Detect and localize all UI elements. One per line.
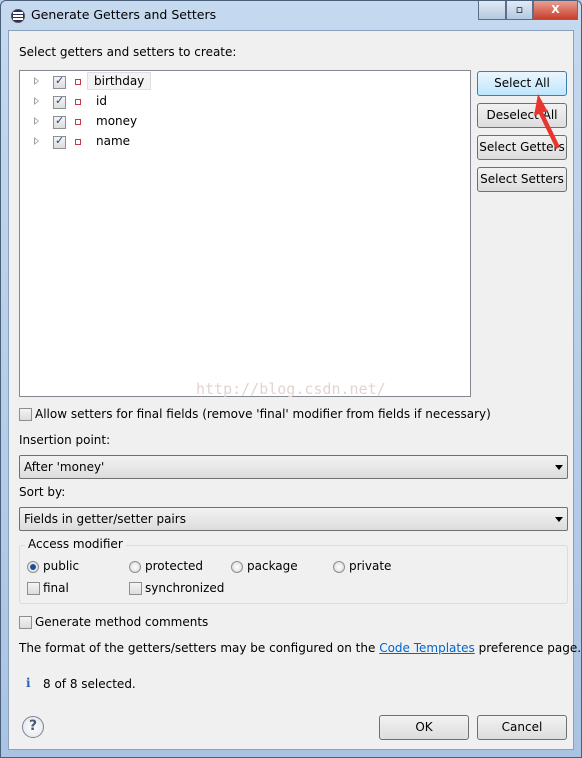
code-templates-link[interactable]: Code Templates: [379, 641, 475, 655]
field-icon: [75, 139, 81, 145]
synchronized-checkbox[interactable]: [129, 582, 142, 595]
final-label: final: [43, 581, 69, 595]
sort-by-value: Fields in getter/setter pairs: [24, 512, 186, 526]
checkbox[interactable]: [53, 134, 66, 149]
cancel-button[interactable]: Cancel: [477, 715, 567, 740]
checkbox[interactable]: [53, 74, 66, 89]
generate-comments-label: Generate method comments: [35, 615, 209, 629]
status-text: 8 of 8 selected.: [43, 677, 136, 691]
field-label: birthday: [87, 72, 152, 90]
field-icon: [75, 99, 81, 105]
radio-public[interactable]: [27, 561, 39, 573]
info-icon: i: [26, 676, 31, 690]
fields-tree[interactable]: birthday id money name: [19, 70, 471, 397]
prompt-label: Select getters and setters to create:: [19, 45, 237, 59]
select-setters-button[interactable]: Select Setters: [477, 167, 567, 192]
checkbox[interactable]: [53, 94, 66, 109]
radio-private-label: private: [349, 559, 392, 573]
close-button[interactable]: X: [533, 1, 578, 20]
chevron-down-icon: [555, 517, 563, 522]
format-text: The format of the getters/setters may be…: [19, 641, 581, 655]
radio-private[interactable]: [333, 561, 345, 573]
radio-package[interactable]: [231, 561, 243, 573]
tree-item[interactable]: birthday: [20, 72, 320, 92]
expand-icon[interactable]: [34, 137, 39, 145]
tree-item[interactable]: id: [20, 92, 320, 112]
synchronized-label: synchronized: [145, 581, 225, 595]
radio-protected-label: protected: [145, 559, 204, 573]
format-text-after: preference page.: [478, 641, 582, 655]
sort-by-label: Sort by:: [19, 485, 66, 499]
field-label: name: [96, 134, 131, 148]
maximize-button[interactable]: ▫: [506, 1, 533, 20]
insertion-point-label: Insertion point:: [19, 433, 111, 447]
field-icon: [75, 79, 81, 85]
chevron-down-icon: [555, 465, 563, 470]
expand-icon[interactable]: [34, 77, 39, 85]
field-label: money: [96, 114, 138, 128]
window-title: Generate Getters and Setters: [31, 7, 217, 22]
radio-package-label: package: [247, 559, 298, 573]
final-checkbox[interactable]: [27, 582, 40, 595]
ok-button[interactable]: OK: [379, 715, 469, 740]
expand-icon[interactable]: [34, 117, 39, 125]
format-text-before: The format of the getters/setters may be…: [19, 641, 376, 655]
watermark: http://blog.csdn.net/: [196, 380, 386, 398]
allow-final-checkbox[interactable]: [19, 408, 32, 421]
radio-protected[interactable]: [129, 561, 141, 573]
expand-icon[interactable]: [34, 97, 39, 105]
help-icon[interactable]: ?: [22, 716, 44, 738]
tree-item[interactable]: money: [20, 112, 320, 132]
eclipse-icon: [11, 9, 25, 23]
annotation-arrow-icon: [534, 94, 560, 149]
insertion-point-value: After 'money': [24, 460, 105, 474]
insertion-point-select[interactable]: After 'money': [19, 455, 568, 479]
field-icon: [75, 119, 81, 125]
access-modifier-legend: Access modifier: [25, 537, 126, 551]
tree-item[interactable]: name: [20, 132, 320, 152]
access-modifier-group: [19, 545, 568, 604]
radio-public-label: public: [43, 559, 80, 573]
minimize-button[interactable]: [478, 1, 506, 20]
generate-comments-checkbox[interactable]: [19, 616, 32, 629]
sort-by-select[interactable]: Fields in getter/setter pairs: [19, 507, 568, 531]
checkbox[interactable]: [53, 114, 66, 129]
field-label: id: [96, 94, 107, 108]
allow-final-label: Allow setters for final fields (remove '…: [35, 407, 491, 421]
